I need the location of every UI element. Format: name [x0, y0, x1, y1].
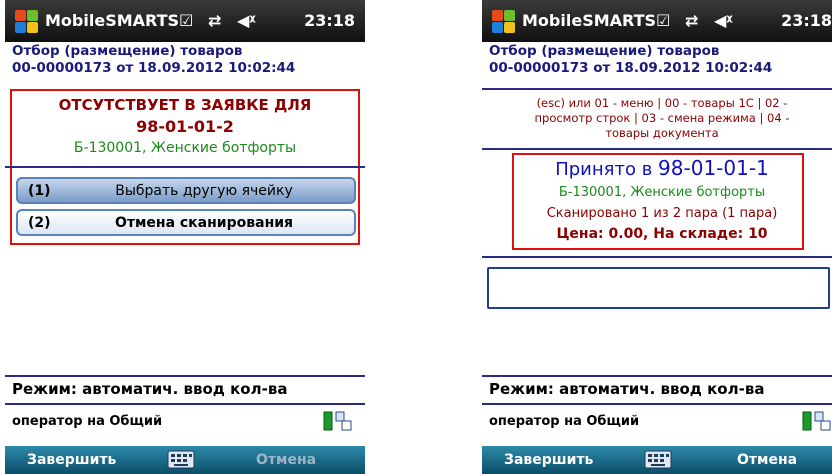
- clock[interactable]: 23:18: [781, 11, 832, 30]
- sync-icon[interactable]: ⇄: [208, 11, 221, 30]
- softkey-bar: Завершить Отмена: [482, 446, 832, 474]
- edit-icon[interactable]: ☑: [179, 11, 193, 30]
- volume-icon[interactable]: ◀ᵡ: [714, 11, 733, 30]
- hint-line: товары документа: [605, 126, 719, 140]
- document-title-line1: Отбор (размещение) товаров: [489, 43, 720, 59]
- windows-logo-icon[interactable]: [492, 10, 516, 34]
- status-bar: MobileSMARTS ☑ ⇄ ◀ᵡ 23:18: [5, 0, 365, 42]
- accepted-prefix: Принято в: [555, 159, 653, 180]
- keyboard-icon[interactable]: [644, 450, 672, 469]
- accepted-product: Б-130001, Женские ботфорты: [558, 185, 766, 200]
- softkey-bar: Завершить Отмена: [5, 446, 365, 474]
- finish-softkey[interactable]: Завершить: [27, 452, 116, 468]
- divider: [5, 403, 365, 405]
- alert-cell: 98-01-01-2: [136, 117, 234, 136]
- volume-icon[interactable]: ◀ᵡ: [237, 11, 256, 30]
- left-screen: MobileSMARTS ☑ ⇄ ◀ᵡ 23:18 Отбор (размеще…: [5, 0, 365, 474]
- cancel-softkey[interactable]: Отмена: [256, 452, 316, 468]
- status-bar: MobileSMARTS ☑ ⇄ ◀ᵡ 23:18: [482, 0, 832, 42]
- choose-other-cell-button[interactable]: (1) Выбрать другую ячейку: [16, 177, 356, 204]
- sync-icon[interactable]: ⇄: [685, 11, 698, 30]
- network-icon[interactable]: [323, 410, 353, 432]
- windows-logo-icon[interactable]: [15, 10, 39, 34]
- divider: [5, 375, 365, 377]
- divider: [482, 256, 832, 258]
- price-stock: Цена: 0.00, На складе: 10: [556, 226, 768, 242]
- accepted-cell: 98-01-01-1: [658, 156, 769, 180]
- divider: [482, 375, 832, 377]
- divider: [482, 88, 832, 90]
- clock[interactable]: 23:18: [304, 11, 355, 30]
- app-name: MobileSMARTS: [522, 11, 657, 30]
- divider: [482, 148, 832, 150]
- document-title-line1: Отбор (размещение) товаров: [12, 43, 243, 59]
- edit-icon[interactable]: ☑: [656, 11, 670, 30]
- document-title-line2: 00-00000173 от 18.09.2012 10:02:44: [12, 60, 296, 76]
- divider: [5, 166, 365, 168]
- cancel-scan-button[interactable]: (2) Отмена сканирования: [16, 209, 356, 236]
- button-number: (2): [28, 215, 51, 231]
- right-screen: MobileSMARTS ☑ ⇄ ◀ᵡ 23:18 Отбор (размеще…: [482, 0, 832, 474]
- hint-block: (esc) или 01 - меню | 00 - товары 1С | 0…: [482, 96, 832, 141]
- finish-softkey[interactable]: Завершить: [504, 452, 593, 468]
- hint-line: (esc) или 01 - меню | 00 - товары 1С | 0…: [536, 96, 788, 110]
- hint-line: просмотр строк | 03 - смена режима | 04 …: [534, 111, 790, 125]
- button-label: Отмена сканирования: [114, 215, 294, 231]
- accepted-heading: Принято в 98-01-01-1: [482, 156, 832, 180]
- scan-input[interactable]: [487, 267, 830, 309]
- alert-product: Б-130001, Женские ботфорты: [73, 140, 297, 156]
- mode-label: Режим: автоматич. ввод кол-ва: [489, 380, 765, 398]
- alert-title: ОТСУТСТВУЕТ В ЗАЯВКЕ ДЛЯ: [58, 96, 312, 114]
- operator-label: оператор на Общий: [12, 414, 163, 429]
- scanned-count: Сканировано 1 из 2 пара (1 пара): [546, 206, 778, 221]
- button-number: (1): [28, 183, 51, 199]
- cancel-softkey[interactable]: Отмена: [737, 452, 797, 468]
- mode-label: Режим: автоматич. ввод кол-ва: [12, 380, 288, 398]
- keyboard-icon[interactable]: [167, 450, 195, 469]
- divider: [482, 403, 832, 405]
- network-icon[interactable]: [802, 410, 832, 432]
- app-name: MobileSMARTS: [45, 11, 180, 30]
- document-title: Отбор (размещение) товаров 00-00000173 о…: [489, 43, 772, 77]
- operator-label: оператор на Общий: [489, 414, 640, 429]
- button-label: Выбрать другую ячейку: [115, 183, 293, 199]
- document-title: Отбор (размещение) товаров 00-00000173 о…: [12, 43, 295, 77]
- document-title-line2: 00-00000173 от 18.09.2012 10:02:44: [489, 60, 773, 76]
